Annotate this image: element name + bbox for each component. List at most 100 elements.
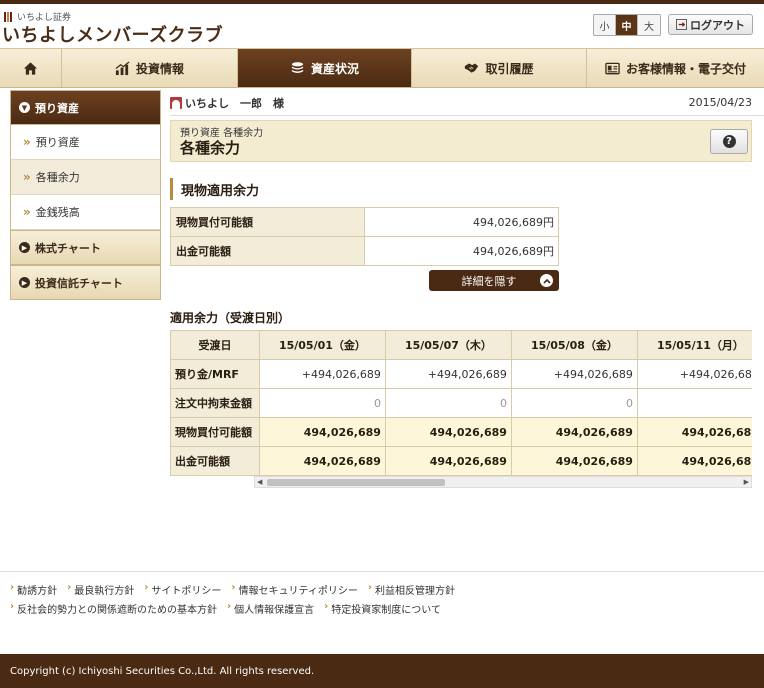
sidebar-group-fund-chart[interactable]: ▶ 投資信託チャート <box>10 265 161 300</box>
header: いちよし証券 いちよしメンバーズクラブ 小 中 大 ログアウト <box>0 4 764 48</box>
footer-link-label: 特定投資家制度について <box>331 605 441 616</box>
scroll-left-icon[interactable]: ◀ <box>257 477 262 488</box>
nav-asset-status[interactable]: 資産状況 <box>238 49 412 87</box>
footer-link-label: サイトポリシー <box>151 586 222 597</box>
column-header: 15/05/01（金） <box>258 330 386 360</box>
nav-asset-status-label: 資産状況 <box>310 61 359 76</box>
sidebar-item-cash-balance[interactable]: » 金銭残高 <box>10 195 161 230</box>
table-header-row: 受渡日 15/05/01（金） 15/05/07（木） 15/05/08（金） … <box>170 330 752 360</box>
chevron-right-icon: ▶ <box>19 242 30 253</box>
row-label: 預り金/MRF <box>170 359 260 389</box>
footer-link[interactable]: › 利益相反管理方針 <box>368 582 455 597</box>
main-content: いちよし 一郎 様 2015/04/23 預り資産 各種余力 各種余力 ? 現物… <box>170 90 764 488</box>
footer-link[interactable]: › 勧誘方針 <box>10 582 57 597</box>
table-cell: +494,026,689 <box>636 359 752 389</box>
table-cell: 0 <box>510 388 638 418</box>
logout-label: ログアウト <box>690 18 745 32</box>
sidebar-group-stock-chart[interactable]: ▶ 株式チャート <box>10 230 161 265</box>
footer-link[interactable]: › 情報セキュリティポリシー <box>231 582 358 597</box>
table-row: 注文中拘束金額 0 0 0 0 <box>170 388 752 418</box>
nav-trade-history[interactable]: 取引履歴 <box>412 49 587 87</box>
table-cell: +494,026,689 <box>258 359 386 389</box>
nav-trade-history-label: 取引履歴 <box>485 61 534 76</box>
schedule-title: 適用余力（受渡日別） <box>170 311 291 325</box>
font-size-large-button[interactable]: 大 <box>638 15 660 35</box>
chart-icon <box>115 60 130 75</box>
nav-customer-info[interactable]: お客様情報・電子交付 <box>587 49 764 87</box>
table-cell: 0 <box>636 388 752 418</box>
table-cell: 494,026,689 <box>636 446 752 476</box>
footer-link-label: 勧誘方針 <box>17 586 58 597</box>
footer-link[interactable]: › 最良執行方針 <box>67 582 134 597</box>
table-cell: 494,026,689 <box>384 446 512 476</box>
summary-value: 494,026,689円 <box>364 207 559 237</box>
nav-customer-info-label: お客様情報・電子交付 <box>625 61 746 76</box>
footer-copyright: Copyright (c) Ichiyoshi Securities Co.,L… <box>0 654 764 688</box>
section-title: 現物適用余力 <box>170 178 259 200</box>
sidebar-item-label: 金銭残高 <box>35 206 80 219</box>
column-header: 15/05/11（月） <box>636 330 752 360</box>
row-label: 出金可能額 <box>170 446 260 476</box>
sidebar-item-label: 各種余力 <box>35 171 80 184</box>
current-date: 2015/04/23 <box>688 96 752 109</box>
hide-details-label: 詳細を隠す <box>461 274 517 288</box>
sidebar-item-assets[interactable]: » 預り資産 <box>10 125 161 160</box>
footer-link-label: 利益相反管理方針 <box>375 586 456 597</box>
chevron-right-icon: › <box>231 582 236 593</box>
footer-links-row: › 勧誘方針 › 最良執行方針 › サイトポリシー › 情報セキュリティポリシー › 利益… <box>10 580 754 599</box>
table-cell: 494,026,689 <box>510 417 638 447</box>
chevron-right-icon: › <box>10 601 15 612</box>
font-size-medium-button[interactable]: 中 <box>616 15 638 35</box>
user-icon <box>170 96 182 109</box>
footer-link-label: 情報セキュリティポリシー <box>238 586 358 597</box>
table-row: 出金可能額 494,026,689 494,026,689 494,026,68… <box>170 446 752 476</box>
font-size-small-button[interactable]: 小 <box>594 15 616 35</box>
table-cell: 494,026,689 <box>510 446 638 476</box>
table-cell: 494,026,689 <box>258 417 386 447</box>
chevron-right-icon: » <box>23 205 31 219</box>
hide-details-button[interactable]: 詳細を隠す <box>429 270 559 291</box>
chevron-right-icon: › <box>144 582 149 593</box>
table-cell: 494,026,689 <box>384 417 512 447</box>
brand-title[interactable]: いちよしメンバーズクラブ <box>2 21 223 47</box>
table-cell: +494,026,689 <box>510 359 638 389</box>
nav-investment-info[interactable]: 投資情報 <box>62 49 238 87</box>
sidebar-group-assets[interactable]: ▼ 預り資産 <box>10 90 161 125</box>
chevron-right-icon: » <box>23 170 31 184</box>
footer-link-label: 反社会的勢力との関係遮断のための基本方針 <box>17 605 218 616</box>
summary-value: 494,026,689円 <box>364 236 559 266</box>
nav-investment-info-label: 投資情報 <box>135 61 184 76</box>
user-row: いちよし 一郎 様 2015/04/23 <box>170 90 764 116</box>
row-label: 注文中拘束金額 <box>170 388 260 418</box>
sidebar-item-label: 預り資産 <box>35 136 80 149</box>
horizontal-scrollbar[interactable]: ◀ ▶ <box>254 476 752 488</box>
sidebar-group-label: 預り資産 <box>35 101 79 115</box>
column-header: 15/05/08（金） <box>510 330 638 360</box>
footer-link[interactable]: › 反社会的勢力との関係遮断のための基本方針 <box>10 601 217 616</box>
nav-home[interactable] <box>0 49 62 87</box>
help-button[interactable]: ? <box>710 129 748 154</box>
schedule-table-viewport[interactable]: 受渡日 15/05/01（金） 15/05/07（木） 15/05/08（金） … <box>170 330 752 478</box>
sidebar-item-margins[interactable]: » 各種余力 <box>10 160 161 195</box>
scroll-right-icon[interactable]: ▶ <box>744 477 749 488</box>
row-label: 現物買付可能額 <box>170 417 260 447</box>
summary-table: 現物買付可能額 494,026,689円 出金可能額 494,026,689円 <box>170 207 559 266</box>
table-cell: 494,026,689 <box>258 446 386 476</box>
summary-label: 出金可能額 <box>170 236 365 266</box>
table-cell: +494,026,689 <box>384 359 512 389</box>
footer-link[interactable]: › 個人情報保護宣言 <box>227 601 314 616</box>
table-row: 現物買付可能額 494,026,689円 <box>170 207 559 237</box>
table-cell: 494,026,689 <box>636 417 752 447</box>
home-icon <box>23 61 38 75</box>
footer-link[interactable]: › サイトポリシー <box>144 582 221 597</box>
scrollbar-thumb[interactable] <box>267 479 445 486</box>
footer-link[interactable]: › 特定投資家制度について <box>324 601 441 616</box>
table-row: 出金可能額 494,026,689円 <box>170 236 559 266</box>
chevron-up-icon <box>540 274 553 287</box>
sidebar-group-label: 投資信託チャート <box>35 276 123 290</box>
column-header: 受渡日 <box>170 330 260 360</box>
logout-button[interactable]: ログアウト <box>668 14 753 35</box>
chevron-right-icon: › <box>227 601 232 612</box>
footer-links: › 勧誘方針 › 最良執行方針 › サイトポリシー › 情報セキュリティポリシー › 利益… <box>10 580 754 618</box>
chevron-right-icon: › <box>67 582 72 593</box>
